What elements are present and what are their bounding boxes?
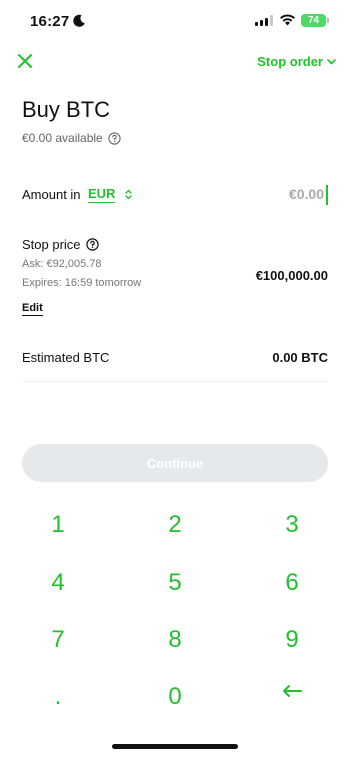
signal-icon (255, 15, 273, 26)
expiry-text: Expires: 16:59 tomorrow (22, 277, 142, 289)
key-7[interactable]: 7 (3, 613, 113, 667)
currency-code: EUR (88, 186, 116, 203)
key-5[interactable]: 5 (120, 556, 230, 610)
chevron-down-icon (327, 59, 336, 65)
stop-price-value[interactable]: €100,000.00 (256, 268, 328, 283)
key-decimal[interactable]: . (3, 670, 113, 724)
backspace-arrow-icon (283, 685, 302, 697)
key-9[interactable]: 9 (237, 613, 347, 667)
wifi-icon (280, 14, 295, 26)
estimated-value: 0.00 BTC (272, 350, 328, 365)
battery-level: 74 (307, 15, 320, 26)
ask-price: Ask: €92,005.78 (22, 258, 102, 270)
help-icon[interactable] (85, 238, 99, 251)
order-type-label: Stop order (257, 54, 323, 69)
swap-icon (125, 189, 133, 200)
available-balance: €0.00 available (22, 131, 121, 145)
divider (22, 381, 328, 382)
key-4[interactable]: 4 (3, 556, 113, 610)
home-indicator (112, 744, 238, 749)
status-bar: 16:27 74 (0, 0, 350, 44)
key-8[interactable]: 8 (120, 613, 230, 667)
estimated-label: Estimated BTC (22, 350, 110, 365)
page-title: Buy BTC (22, 97, 111, 122)
key-0[interactable]: 0 (120, 670, 230, 724)
available-text: €0.00 available (22, 131, 103, 145)
amount-label: Amount in (22, 187, 81, 202)
key-1[interactable]: 1 (3, 498, 113, 552)
stop-price-label: Stop price (22, 237, 99, 252)
edit-button[interactable]: Edit (22, 302, 43, 316)
key-3[interactable]: 3 (237, 498, 347, 552)
amount-row: Amount in EUR €0.00 (22, 185, 328, 206)
stop-price-text: Stop price (22, 237, 81, 252)
moon-icon (73, 14, 85, 27)
order-type-dropdown[interactable]: Stop order (257, 54, 336, 69)
key-2[interactable]: 2 (120, 498, 230, 552)
currency-selector[interactable]: EUR (88, 186, 133, 203)
continue-button[interactable]: Continue (22, 444, 328, 482)
close-icon[interactable] (16, 52, 34, 70)
battery-icon: 74 (301, 14, 326, 27)
status-time: 16:27 (30, 13, 70, 30)
key-6[interactable]: 6 (237, 556, 347, 610)
backspace-key[interactable] (237, 664, 347, 718)
text-cursor (326, 185, 328, 205)
battery-cap (327, 18, 329, 23)
amount-input[interactable]: €0.00 (289, 186, 324, 202)
help-icon[interactable] (108, 131, 121, 145)
